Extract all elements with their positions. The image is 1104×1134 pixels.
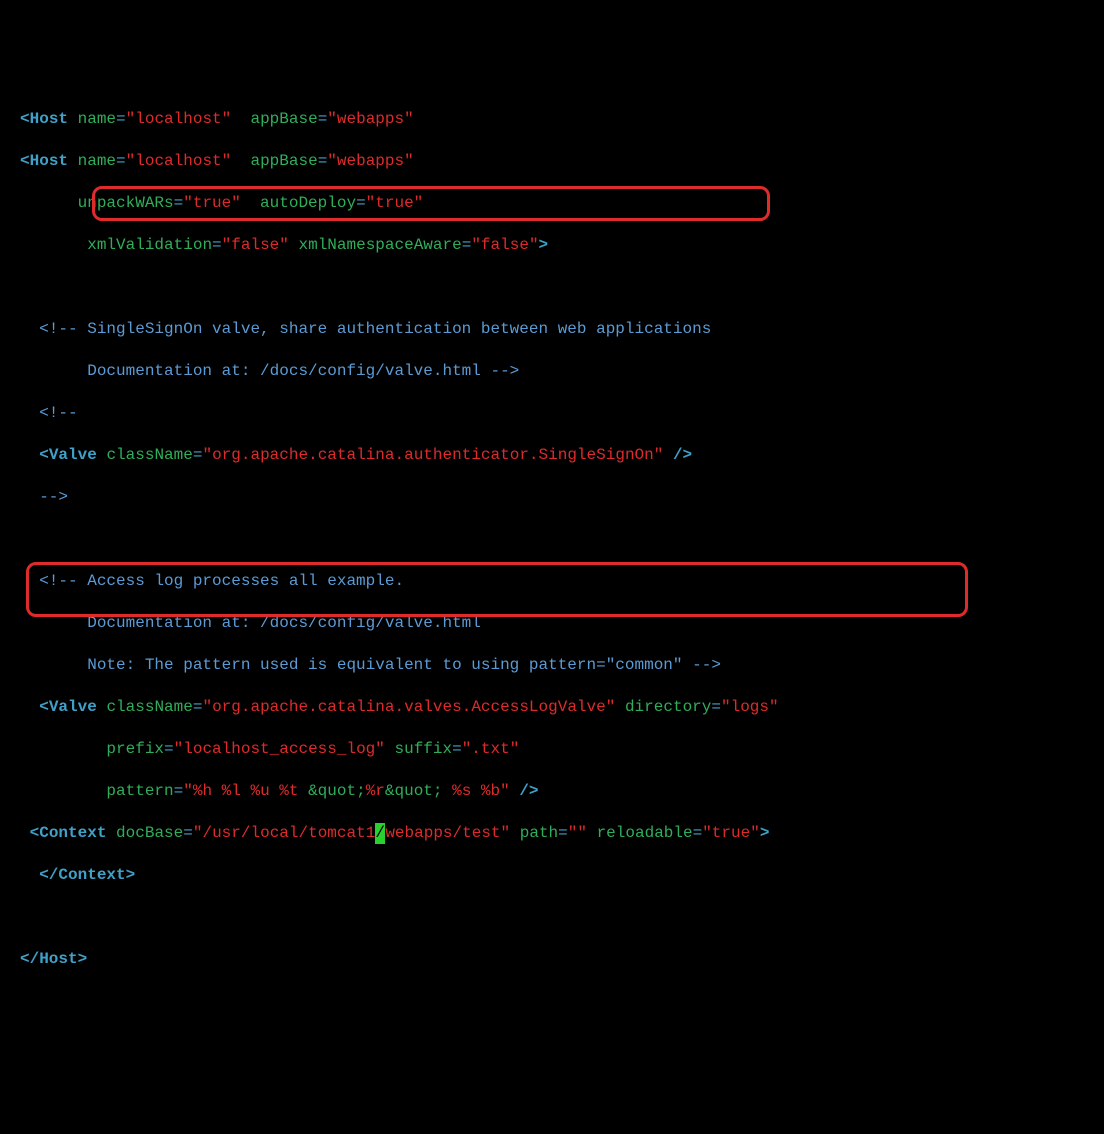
attr-value: "localhost_access_log" <box>174 740 385 758</box>
code-line: Note: The pattern used is equivalent to … <box>0 655 1104 676</box>
code-line: prefix="localhost_access_log" suffix=".t… <box>0 739 1104 760</box>
angle-close-icon: /> <box>510 782 539 800</box>
code-line: unpackWARs="true" autoDeploy="true" <box>0 193 1104 214</box>
angle-close-icon: /> <box>663 446 692 464</box>
code-line: --> <box>0 487 1104 508</box>
comment-text: Documentation at: /docs/config/valve.htm… <box>39 362 519 380</box>
element-name: Valve <box>49 446 97 464</box>
attr-name: pattern <box>106 782 173 800</box>
comment-close-icon: --> <box>39 488 68 506</box>
text-cursor-icon: / <box>375 823 385 844</box>
attr-name: className <box>106 446 192 464</box>
entity-text: &quot; <box>385 782 443 800</box>
comment-text: <!-- Access log processes all example. <box>39 572 404 590</box>
element-name: Context <box>39 824 106 842</box>
comment-text: <!-- SingleSignOn valve, share authentic… <box>39 320 711 338</box>
attr-value: %s %b" <box>443 782 510 800</box>
code-line-blank <box>0 907 1104 928</box>
attr-value: %r <box>366 782 385 800</box>
element-name: Context <box>58 866 125 884</box>
attr-name: prefix <box>106 740 164 758</box>
code-line: Documentation at: /docs/config/valve.htm… <box>0 613 1104 634</box>
code-line: <Host name="localhost" appBase="webapps" <box>0 151 1104 172</box>
code-line: </Host> <box>0 949 1104 970</box>
attr-value: "org.apache.catalina.authenticator.Singl… <box>202 446 663 464</box>
attr-value: webapps/test" <box>385 824 510 842</box>
angle-open-icon: < <box>20 110 30 128</box>
attr-name: reloadable <box>597 824 693 842</box>
element-name: Host <box>39 950 77 968</box>
element-name: Host <box>30 110 68 128</box>
element-name: Valve <box>49 698 97 716</box>
attr-name: autoDeploy <box>260 194 356 212</box>
code-line: <!-- <box>0 403 1104 424</box>
angle-open-icon: </ <box>20 950 39 968</box>
comment-open-icon: <!-- <box>39 404 77 422</box>
angle-open-icon: < <box>30 824 40 842</box>
angle-close-icon: > <box>78 950 88 968</box>
code-line: <!-- SingleSignOn valve, share authentic… <box>0 319 1104 340</box>
code-line: <Valve className="org.apache.catalina.va… <box>0 697 1104 718</box>
attr-value: "false" <box>471 236 538 254</box>
attr-name: xmlNamespaceAware <box>298 236 461 254</box>
attr-value: ".txt" <box>462 740 520 758</box>
attr-value: "/usr/local/tomcat1 <box>193 824 375 842</box>
attr-value: "webapps" <box>327 110 413 128</box>
attr-name: unpackWARs <box>78 194 174 212</box>
angle-close-icon: > <box>760 824 770 842</box>
comment-text: Documentation at: /docs/config/valve.htm… <box>39 614 481 632</box>
code-line: <Context docBase="/usr/local/tomcat1/web… <box>0 823 1104 844</box>
code-editor[interactable]: <Host name="localhost" appBase="webapps"… <box>0 88 1104 1054</box>
attr-name: directory <box>625 698 711 716</box>
code-line: <Host name="localhost" appBase="webapps" <box>0 109 1104 130</box>
angle-close-icon: > <box>539 236 549 254</box>
attr-value: "false" <box>222 236 289 254</box>
code-line: <Valve className="org.apache.catalina.au… <box>0 445 1104 466</box>
attr-value: "webapps" <box>327 152 413 170</box>
angle-close-icon: > <box>126 866 136 884</box>
attr-value: "%h %l %u %t <box>183 782 308 800</box>
attr-value: "localhost" <box>126 152 232 170</box>
attr-name: className <box>106 698 192 716</box>
code-line: <!-- Access log processes all example. <box>0 571 1104 592</box>
attr-value: "org.apache.catalina.valves.AccessLogVal… <box>202 698 615 716</box>
angle-open-icon: </ <box>39 866 58 884</box>
attr-name: name <box>78 110 116 128</box>
angle-open-icon: < <box>39 698 49 716</box>
angle-open-icon: < <box>20 152 30 170</box>
comment-text: Note: The pattern used is equivalent to … <box>39 656 721 674</box>
code-line: xmlValidation="false" xmlNamespaceAware=… <box>0 235 1104 256</box>
attr-name: path <box>520 824 558 842</box>
attr-name: suffix <box>394 740 452 758</box>
angle-open-icon: < <box>39 446 49 464</box>
attr-value: "logs" <box>721 698 779 716</box>
attr-value: "true" <box>366 194 424 212</box>
attr-name: docBase <box>116 824 183 842</box>
attr-value: "true" <box>702 824 760 842</box>
attr-value: "localhost" <box>126 110 232 128</box>
code-line-blank <box>0 277 1104 298</box>
attr-value: "" <box>568 824 587 842</box>
code-line-blank <box>0 529 1104 550</box>
attr-name: name <box>78 152 116 170</box>
attr-name: appBase <box>250 110 317 128</box>
attr-name: appBase <box>250 152 317 170</box>
code-line: pattern="%h %l %u %t &quot;%r&quot; %s %… <box>0 781 1104 802</box>
element-name: Host <box>30 152 68 170</box>
code-line: </Context> <box>0 865 1104 886</box>
code-line: Documentation at: /docs/config/valve.htm… <box>0 361 1104 382</box>
attr-value: "true" <box>183 194 241 212</box>
attr-name: xmlValidation <box>87 236 212 254</box>
entity-text: &quot; <box>308 782 366 800</box>
